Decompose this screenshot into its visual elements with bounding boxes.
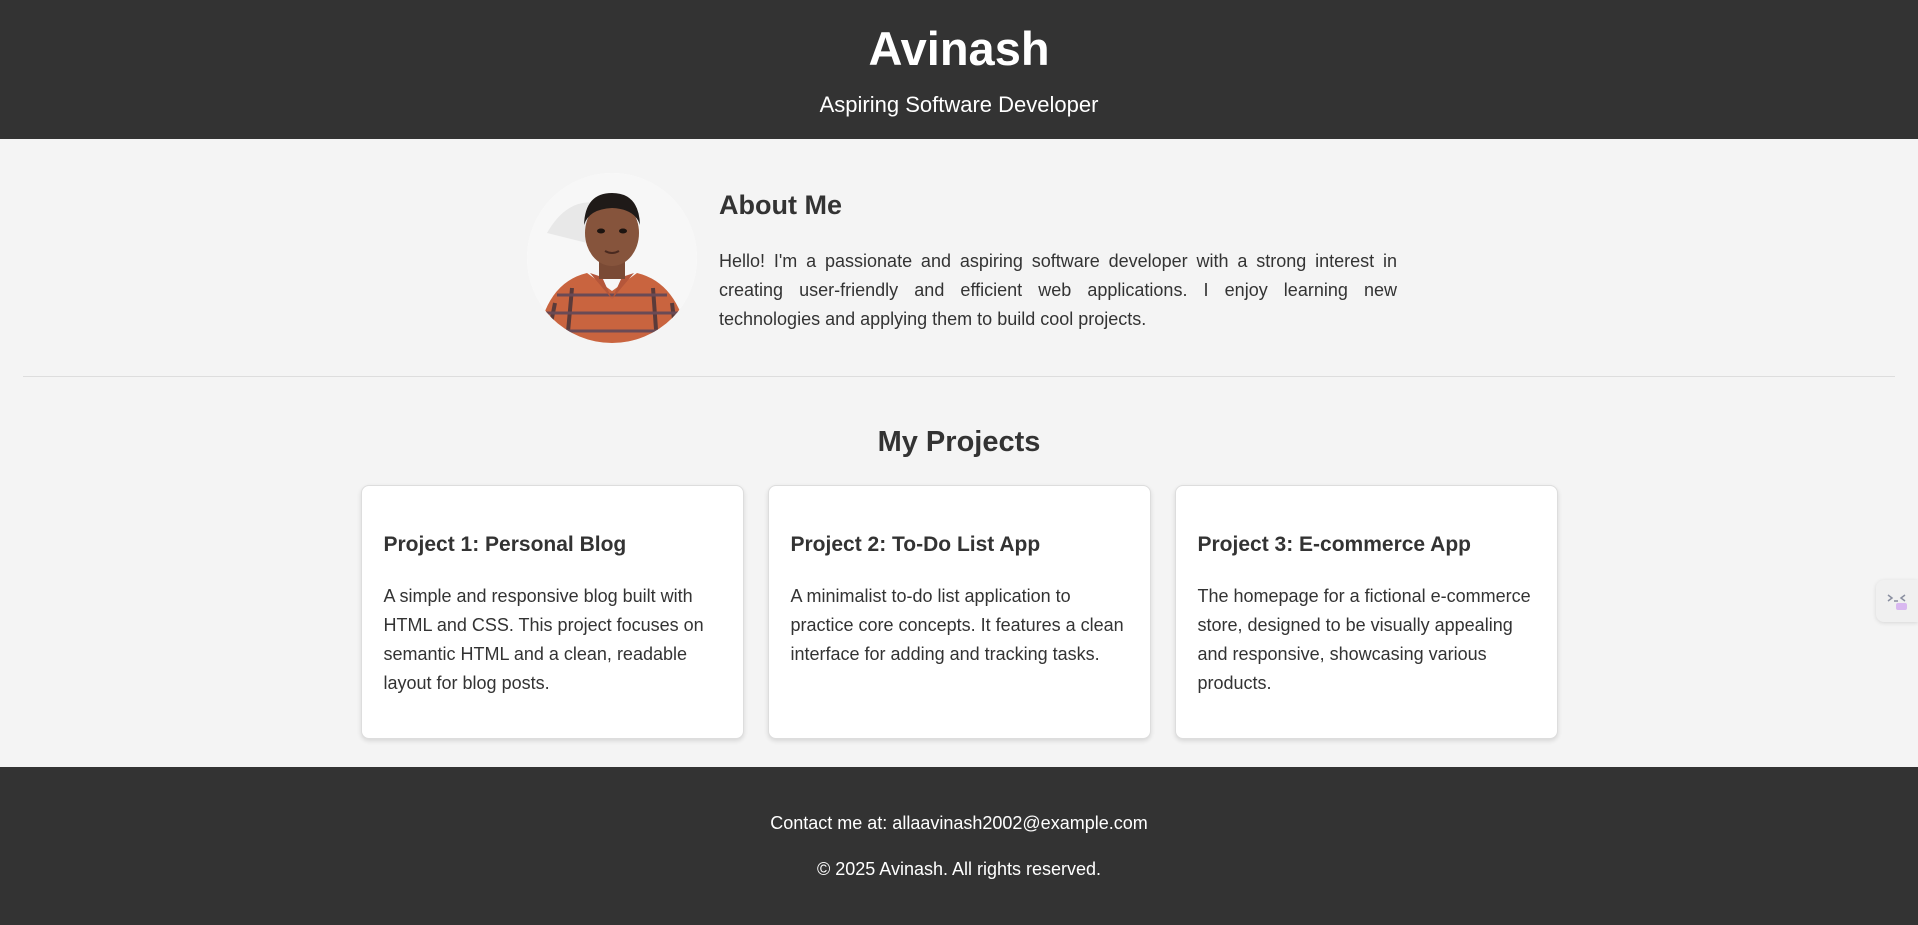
project-cards: Project 1: Personal Blog A simple and re… [0, 485, 1918, 739]
project-description: The homepage for a fictional e-commerce … [1197, 586, 1531, 693]
contact-text: Contact me at: allaavinash2002@example.c… [770, 813, 1148, 833]
site-tagline: Aspiring Software Developer [819, 92, 1099, 117]
copyright-text: © 2025 Avinash. All rights reserved. [816, 859, 1102, 879]
assistant-widget-button[interactable] [1876, 580, 1918, 622]
site-title: Avinash [868, 22, 1050, 75]
site-footer: Contact me at: allaavinash2002@example.c… [0, 767, 1918, 925]
projects-section: My Projects Project 1: Personal Blog A s… [0, 377, 1918, 739]
about-text: Hello! I'm a passionate and aspiring sof… [719, 251, 1397, 329]
assistant-icon [1887, 594, 1907, 610]
project-description: A minimalist to-do list application to p… [790, 586, 1124, 664]
site-header: Avinash Aspiring Software Developer [0, 0, 1918, 139]
profile-photo [527, 173, 697, 343]
project-card-todo-app: Project 2: To-Do List App A minimalist t… [767, 485, 1151, 739]
project-title: Project 1: Personal Blog [383, 533, 627, 556]
about-content: About Me Hello! I'm a passionate and asp… [719, 173, 1397, 334]
projects-heading: My Projects [877, 426, 1041, 458]
about-heading: About Me [719, 190, 842, 220]
project-title: Project 2: To-Do List App [790, 533, 1041, 556]
project-card-personal-blog: Project 1: Personal Blog A simple and re… [360, 485, 744, 739]
profile-photo-icon [527, 173, 697, 343]
project-title: Project 3: E-commerce App [1197, 533, 1471, 556]
project-description: A simple and responsive blog built with … [383, 586, 704, 693]
about-section: About Me Hello! I'm a passionate and asp… [527, 139, 1397, 376]
project-card-ecommerce-app: Project 3: E-commerce App The homepage f… [1174, 485, 1558, 739]
